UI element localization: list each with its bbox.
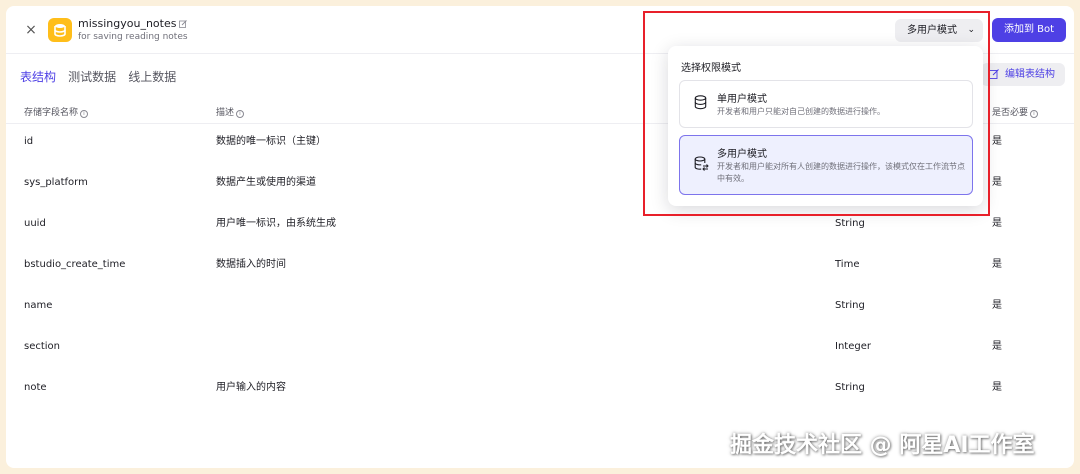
field-description: 数据插入的时间 — [216, 259, 286, 270]
watermark: 掘金技术社区 @ 阿星AI工作室 — [730, 433, 1035, 458]
add-to-bot-button[interactable]: 添加到 Bot — [992, 18, 1066, 42]
field-name: name — [24, 300, 53, 311]
edit-icon — [989, 69, 999, 79]
table-row: section Integer 是 — [6, 340, 1074, 381]
permission-mode-dropdown: 选择权限模式 单用户模式 开发者和用户只能对自己创建的数据进行操作。 多用户模式… — [668, 46, 983, 206]
field-required: 是 — [992, 300, 1002, 311]
app-name-text: missingyou_notes — [78, 17, 177, 30]
table-row: note 用户输入的内容 String 是 — [6, 381, 1074, 422]
field-description: 用户输入的内容 — [216, 382, 286, 393]
database-icon — [694, 95, 707, 110]
field-type: String — [835, 218, 865, 229]
tab-table-structure[interactable]: 表结构 — [20, 69, 56, 85]
app-description: for saving reading notes — [78, 32, 188, 42]
dropdown-title: 选择权限模式 — [681, 63, 741, 74]
edit-name-icon[interactable] — [179, 18, 188, 31]
column-header-label: 是否必要 — [992, 108, 1029, 118]
mode-button-label: 多用户模式 — [907, 25, 957, 36]
field-description: 数据的唯一标识（主键） — [216, 136, 326, 147]
field-name: note — [24, 382, 47, 393]
option-multi-user-mode[interactable]: 多用户模式 开发者和用户能对所有人创建的数据进行操作，该模式仅在工作流节点中有效… — [679, 135, 973, 195]
column-header-label: 存储字段名称 — [24, 108, 79, 118]
permission-mode-button[interactable]: 多用户模式 ⌄ — [895, 19, 983, 42]
info-icon[interactable]: i — [236, 110, 245, 118]
field-required: 是 — [992, 259, 1002, 270]
edit-structure-label: 编辑表结构 — [1005, 69, 1055, 80]
app-name: missingyou_notes — [78, 17, 188, 31]
info-icon[interactable]: i — [1030, 110, 1039, 118]
database-app-icon — [48, 18, 72, 42]
chevron-down-icon: ⌄ — [967, 25, 975, 35]
multi-database-icon — [694, 156, 709, 171]
tab-test-data[interactable]: 测试数据 — [68, 69, 116, 85]
option-single-user-mode[interactable]: 单用户模式 开发者和用户只能对自己创建的数据进行操作。 — [679, 80, 973, 128]
field-name: uuid — [24, 218, 46, 229]
field-required: 是 — [992, 382, 1002, 393]
option-title: 单用户模式 — [717, 94, 767, 105]
table-row: name String 是 — [6, 299, 1074, 340]
column-header-required: 是否必要 i — [992, 105, 1039, 118]
field-type: String — [835, 300, 865, 311]
table-row: bstudio_create_time 数据插入的时间 Time 是 — [6, 258, 1074, 299]
field-required: 是 — [992, 341, 1002, 352]
close-button[interactable]: × — [21, 20, 41, 40]
column-header-label: 描述 — [216, 108, 235, 118]
field-required: 是 — [992, 177, 1002, 188]
edit-structure-button[interactable]: 编辑表结构 — [981, 63, 1065, 86]
column-header-field-name: 存储字段名称 i — [24, 105, 89, 118]
field-type: Integer — [835, 341, 871, 352]
field-required: 是 — [992, 136, 1002, 147]
field-description: 用户唯一标识，由系统生成 — [216, 218, 336, 229]
column-header-description: 描述 i — [216, 105, 245, 118]
field-type: String — [835, 382, 865, 393]
option-title: 多用户模式 — [717, 149, 767, 160]
field-name: section — [24, 341, 61, 352]
table-row: uuid 用户唯一标识，由系统生成 String 是 — [6, 217, 1074, 258]
field-name: id — [24, 136, 34, 147]
option-description: 开发者和用户能对所有人创建的数据进行操作，该模式仅在工作流节点中有效。 — [717, 162, 965, 183]
info-icon[interactable]: i — [80, 110, 89, 118]
field-name: sys_platform — [24, 177, 88, 188]
app-window: × missingyou_notes for saving reading no… — [6, 6, 1074, 468]
tab-online-data[interactable]: 线上数据 — [128, 69, 176, 85]
option-description: 开发者和用户只能对自己创建的数据进行操作。 — [717, 107, 885, 116]
field-name: bstudio_create_time — [24, 259, 126, 270]
field-description: 数据产生或使用的渠道 — [216, 177, 316, 188]
tab-bar: 表结构 测试数据 线上数据 — [20, 66, 183, 86]
field-required: 是 — [992, 218, 1002, 229]
field-type: Time — [835, 259, 860, 270]
